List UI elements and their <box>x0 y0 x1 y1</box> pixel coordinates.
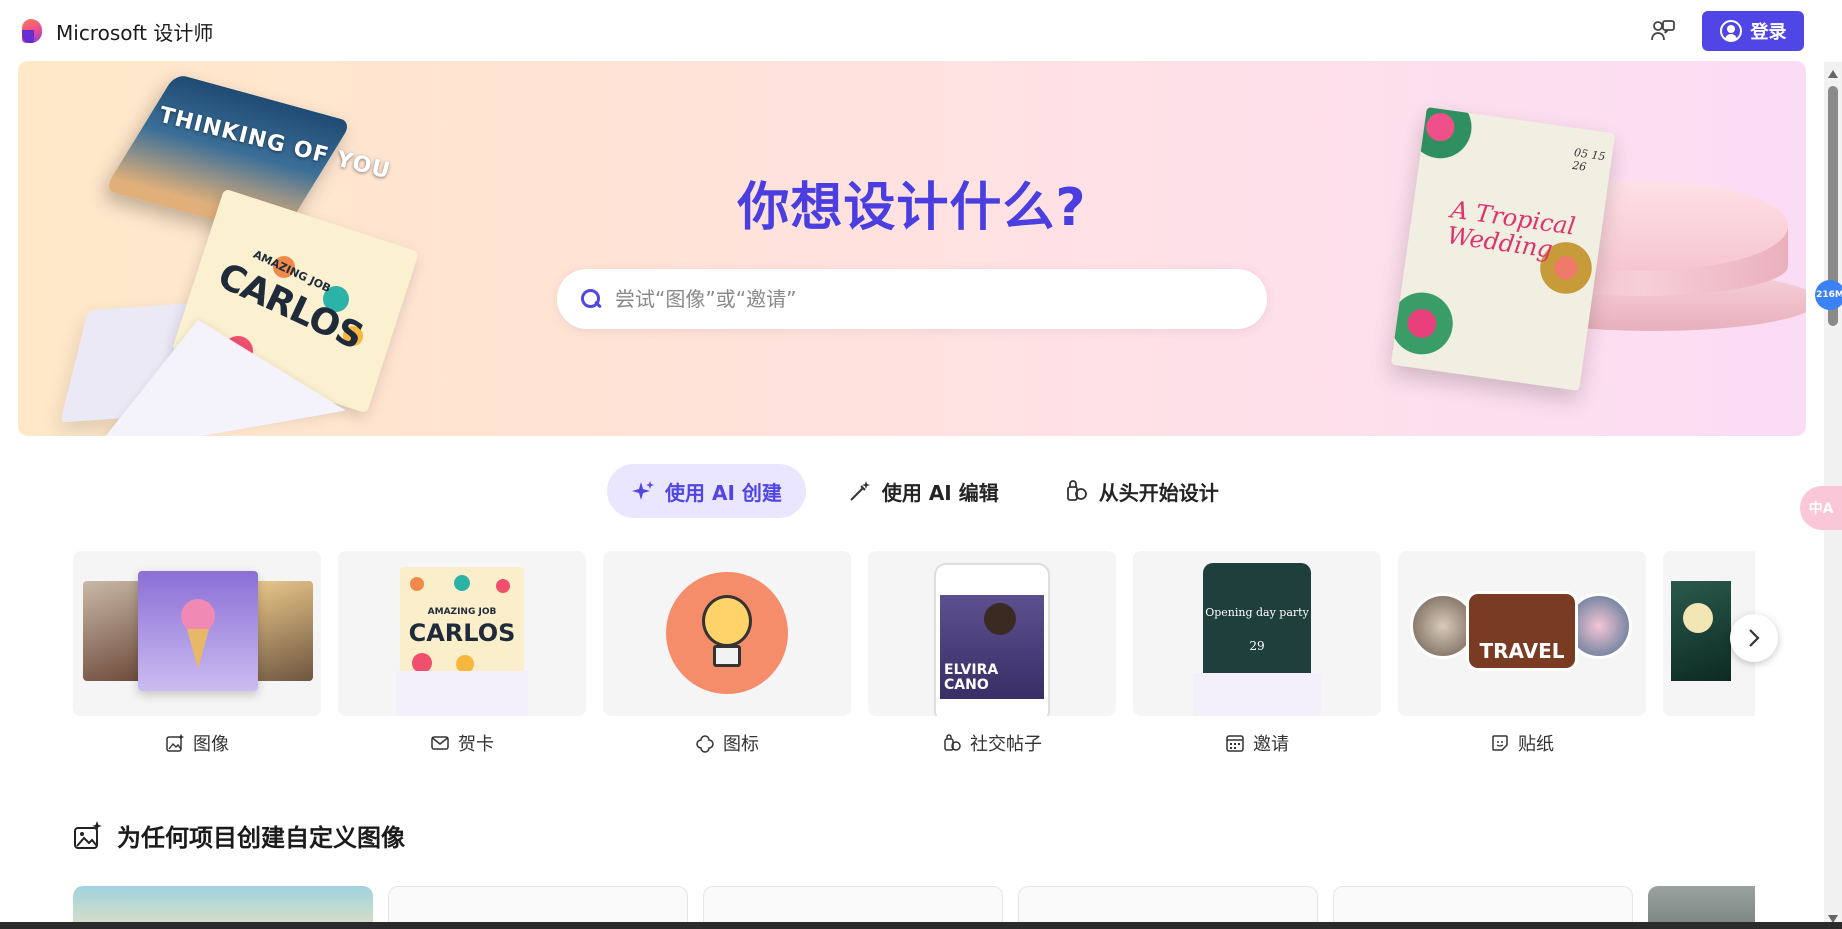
category-thumbnail: ELVIRA CANO <box>868 551 1116 716</box>
sign-in-button[interactable]: 登录 <box>1702 11 1804 51</box>
category-thumbnail <box>73 551 321 716</box>
template-card[interactable] <box>1018 886 1318 926</box>
prompt-search-box[interactable] <box>557 269 1267 329</box>
sticker-text: TRAVEL <box>1479 639 1565 663</box>
scroll-up-arrow-icon[interactable] <box>1828 70 1838 78</box>
invite-date: 29 <box>1249 639 1265 653</box>
sticker-icon <box>1492 735 1508 751</box>
wedding-invite-art: A Tropical Wedding 05 15 26 <box>1390 107 1616 391</box>
template-card[interactable] <box>388 886 688 926</box>
tab-create-with-ai[interactable]: 使用 AI 创建 <box>607 464 806 518</box>
hero-banner: THINKING OF YOU AMAZING JOB CARLOS A Tro… <box>18 61 1806 436</box>
category-label: 贺卡 <box>458 734 494 755</box>
prompt-search-input[interactable] <box>615 287 1235 311</box>
magic-wand-icon <box>850 481 870 501</box>
template-card[interactable] <box>1333 886 1633 926</box>
category-thumbnail: TRAVEL <box>1398 551 1646 716</box>
category-label-row: 邀请 <box>1133 730 1381 756</box>
category-label: 图标 <box>723 734 759 755</box>
tab-label: 使用 AI 编辑 <box>881 480 999 505</box>
category-label: 社交帖子 <box>970 734 1042 755</box>
hero-title: 你想设计什么? <box>737 178 1087 238</box>
category-thumbnail <box>603 551 851 716</box>
category-invitation[interactable]: Opening day party 29 邀请 <box>1133 551 1381 761</box>
envelope-icon <box>431 736 449 750</box>
template-card[interactable] <box>1648 886 1755 926</box>
category-label-row: 社交帖子 <box>868 730 1116 756</box>
section-title: 为任何项目创建自定义图像 <box>117 824 405 852</box>
invite-text: Opening day party <box>1205 606 1309 619</box>
carousel-next-button[interactable] <box>1730 614 1778 662</box>
category-greeting-card[interactable]: AMAZING JOB CARLOS 贺卡 <box>338 551 586 761</box>
translate-button[interactable]: 中A <box>1800 486 1842 530</box>
greeting-card-subtext: AMAZING JOB <box>427 607 497 617</box>
category-carousel: 图像 AMAZING JOB CARLOS 贺卡 图标 ELVIRA CANO … <box>73 551 1755 761</box>
sparkle-icon <box>632 481 654 500</box>
mode-tabs: 使用 AI 创建 使用 AI 编辑 从头开始设计 <box>607 464 1243 518</box>
feedback-icon[interactable] <box>1650 18 1676 44</box>
greeting-card-text: CARLOS <box>408 619 516 647</box>
category-thumbnail: AMAZING JOB CARLOS <box>338 551 586 716</box>
social-post-name: ELVIRA CANO <box>944 662 999 693</box>
category-label-row: 图标 <box>603 730 851 756</box>
bottom-edge <box>0 922 1842 929</box>
category-social-post[interactable]: ELVIRA CANO 社交帖子 <box>868 551 1116 761</box>
search-icon <box>579 287 603 311</box>
section-header: 为任何项目创建自定义图像 <box>73 818 405 853</box>
template-card[interactable] <box>73 886 373 926</box>
category-label: 图像 <box>193 734 229 755</box>
category-label-row: 贴纸 <box>1398 730 1646 756</box>
header-actions: 登录 <box>1650 11 1804 51</box>
tab-label: 使用 AI 创建 <box>665 480 782 505</box>
category-label: 邀请 <box>1253 734 1289 755</box>
template-card[interactable] <box>703 886 1003 926</box>
tab-design-from-scratch[interactable]: 从头开始设计 <box>1041 464 1243 518</box>
category-sticker[interactable]: TRAVEL 贴纸 <box>1398 551 1646 761</box>
designer-logo-icon[interactable] <box>20 18 46 44</box>
custom-image-strip <box>73 886 1755 926</box>
image-sparkle-icon <box>74 820 102 849</box>
category-label: 贴纸 <box>1518 734 1554 755</box>
icon-shape-icon <box>696 735 714 753</box>
category-image[interactable]: 图像 <box>73 551 321 761</box>
image-sparkle-icon <box>166 734 184 752</box>
chevron-right-icon <box>1749 629 1760 647</box>
calendar-icon <box>1226 735 1244 752</box>
shapes-icon <box>1066 480 1087 501</box>
user-icon <box>1719 20 1742 42</box>
top-bar: Microsoft 设计师 登录 <box>0 0 1824 62</box>
category-label-row: 图像 <box>73 730 321 756</box>
memory-usage-badge[interactable]: 216M <box>1815 280 1842 310</box>
tab-edit-with-ai[interactable]: 使用 AI 编辑 <box>824 464 1023 518</box>
category-label-row: 贺卡 <box>338 730 586 756</box>
brand-name[interactable]: Microsoft 设计师 <box>56 17 213 46</box>
sign-in-label: 登录 <box>1750 22 1787 43</box>
category-icon[interactable]: 图标 <box>603 551 851 761</box>
tab-label: 从头开始设计 <box>1098 480 1219 505</box>
social-post-icon <box>944 734 961 751</box>
category-thumbnail: Opening day party 29 <box>1133 551 1381 716</box>
